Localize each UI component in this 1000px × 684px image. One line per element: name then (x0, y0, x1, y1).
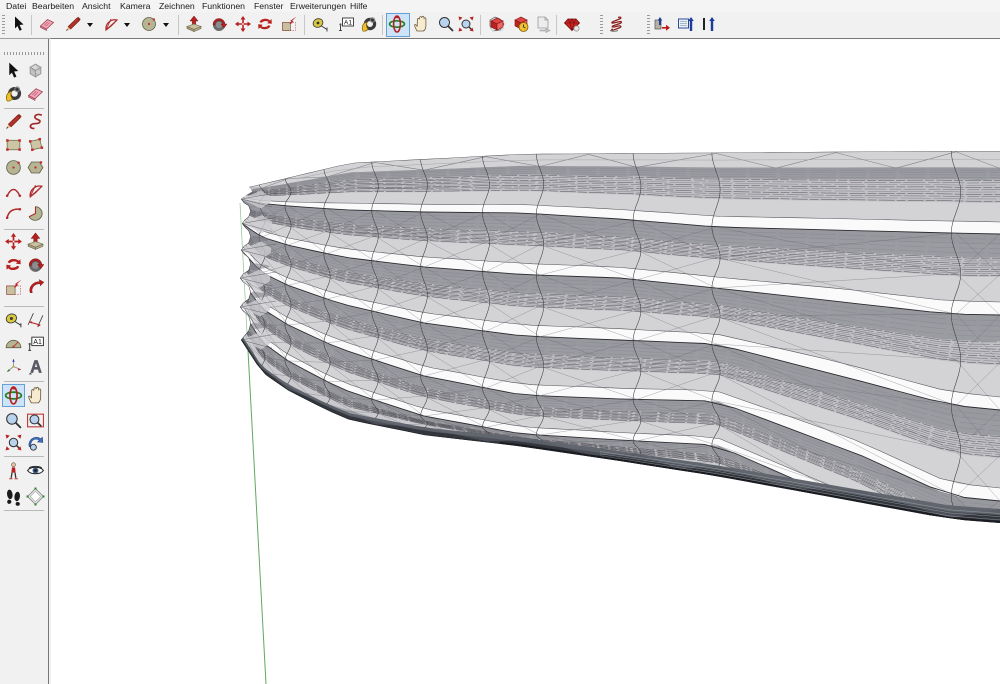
svg-text:A1: A1 (33, 339, 42, 346)
svg-text:A1: A1 (344, 20, 352, 27)
